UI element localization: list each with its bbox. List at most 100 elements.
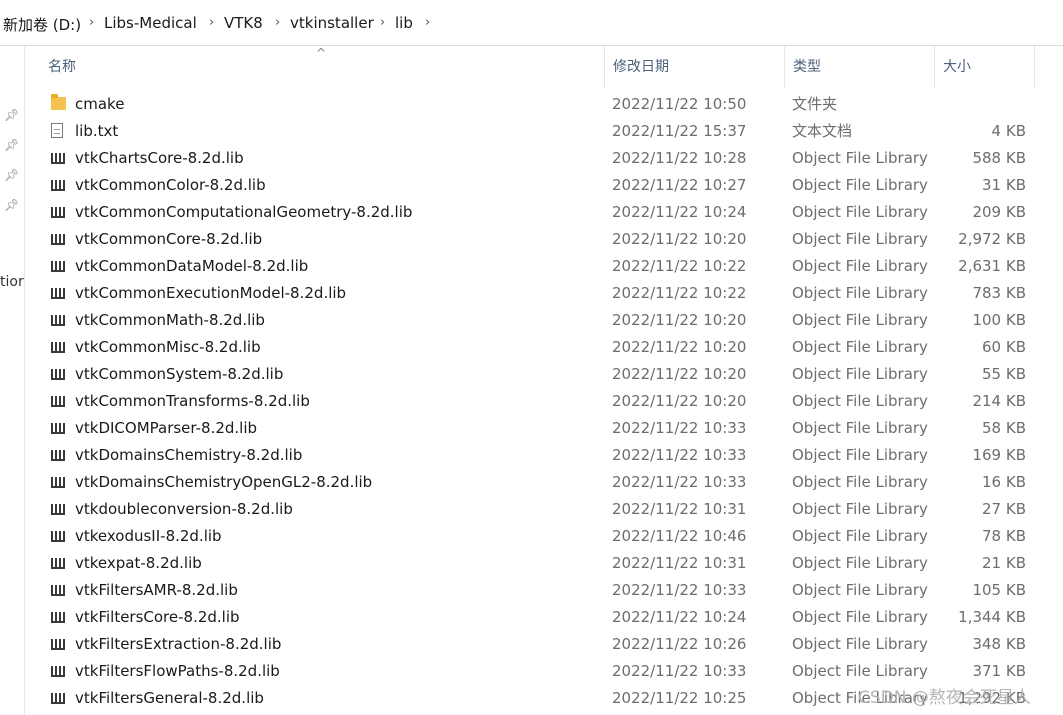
- library-file-icon: [51, 361, 67, 388]
- file-type: Object File Library: [792, 230, 928, 248]
- library-file-icon: [51, 415, 67, 442]
- pin-icon[interactable]: 📌︎: [4, 108, 19, 122]
- file-row[interactable]: vtkDICOMParser-8.2d.lib 2022/11/22 10:33 O…: [25, 415, 1063, 442]
- file-row[interactable]: vtkCommonMath-8.2d.lib 2022/11/22 10:20 Ob…: [25, 307, 1063, 334]
- file-type: Object File Library: [792, 635, 928, 653]
- file-type: 文本文档: [792, 122, 853, 140]
- pin-icon[interactable]: 📌︎: [4, 198, 19, 212]
- file-size: 60 KB: [982, 338, 1026, 356]
- file-type: Object File Library: [792, 554, 928, 572]
- breadcrumb-item-vtkinstaller[interactable]: vtkinstaller: [290, 14, 374, 32]
- file-row[interactable]: vtkCommonExecutionModel-8.2d.lib 2022/11/…: [25, 280, 1063, 307]
- file-date: 2022/11/22 10:24: [612, 203, 747, 221]
- file-row[interactable]: vtkexpat-8.2d.lib 2022/11/22 10:31 Object …: [25, 550, 1063, 577]
- file-row[interactable]: vtkdoubleconversion-8.2d.lib 2022/11/22 1…: [25, 496, 1063, 523]
- file-date: 2022/11/22 10:20: [612, 311, 747, 329]
- file-type: Object File Library: [792, 149, 928, 167]
- file-row[interactable]: vtkDomainsChemistryOpenGL2-8.2d.lib 2022/…: [25, 469, 1063, 496]
- file-size: 27 KB: [982, 500, 1026, 518]
- column-header-name[interactable]: 名称: [40, 46, 605, 88]
- file-type: Object File Library: [792, 662, 928, 680]
- file-type: Object File Library: [792, 473, 928, 491]
- file-date: 2022/11/22 10:33: [612, 662, 747, 680]
- file-row[interactable]: vtkexodusII-8.2d.lib 2022/11/22 10:46 Obje…: [25, 523, 1063, 550]
- file-type: Object File Library: [792, 392, 928, 410]
- file-type: Object File Library: [792, 419, 928, 437]
- file-row[interactable]: cmake 2022/11/22 10:50 文件夹: [25, 91, 1063, 118]
- column-header-type[interactable]: 类型: [785, 46, 935, 88]
- file-row[interactable]: vtkCommonSystem-8.2d.lib 2022/11/22 10:20…: [25, 361, 1063, 388]
- file-type: Object File Library: [792, 365, 928, 383]
- file-row[interactable]: lib.txt 2022/11/22 15:37 文本文档 4 KB: [25, 118, 1063, 145]
- file-name: vtkCommonExecutionModel-8.2d.lib: [75, 284, 347, 302]
- file-size: [935, 91, 1026, 118]
- file-date: 2022/11/22 10:24: [612, 608, 747, 626]
- csdn-watermark: CSDN @熬夜会死星人: [858, 688, 1031, 708]
- nav-item-partial-label[interactable]: tior: [0, 274, 24, 290]
- file-name: vtkCommonMisc-8.2d.lib: [75, 338, 261, 356]
- file-date: 2022/11/22 15:37: [612, 122, 747, 140]
- file-row[interactable]: vtkChartsCore-8.2d.lib 2022/11/22 10:28 Ob…: [25, 145, 1063, 172]
- file-date: 2022/11/22 10:33: [612, 581, 747, 599]
- file-date: 2022/11/22 10:26: [612, 635, 747, 653]
- file-size: 16 KB: [982, 473, 1026, 491]
- file-date: 2022/11/22 10:31: [612, 500, 747, 518]
- file-type: Object File Library: [792, 257, 928, 275]
- column-header-size[interactable]: 大小: [935, 46, 1035, 88]
- file-row[interactable]: vtkFiltersAMR-8.2d.lib 2022/11/22 10:33 Ob…: [25, 577, 1063, 604]
- column-header-date[interactable]: 修改日期: [605, 46, 785, 88]
- library-file-icon: [51, 253, 67, 280]
- breadcrumb-item-vtk8[interactable]: VTK8: [224, 14, 263, 32]
- file-date: 2022/11/22 10:20: [612, 338, 747, 356]
- pin-icon[interactable]: 📌︎: [4, 138, 19, 152]
- folder-icon: [51, 91, 67, 118]
- file-row[interactable]: vtkCommonTransforms-8.2d.lib 2022/11/22 1…: [25, 388, 1063, 415]
- pin-icon[interactable]: 📌︎: [4, 168, 19, 182]
- library-file-icon: [51, 604, 67, 631]
- file-date: 2022/11/22 10:20: [612, 392, 747, 410]
- file-date: 2022/11/22 10:22: [612, 284, 747, 302]
- breadcrumb-item-libs-medical[interactable]: Libs-Medical: [104, 14, 197, 32]
- chevron-right-icon[interactable]: ›: [209, 15, 214, 30]
- breadcrumb-item-drive[interactable]: 新加卷 (D:): [3, 14, 81, 35]
- file-row[interactable]: vtkFiltersExtraction-8.2d.lib 2022/11/22 …: [25, 631, 1063, 658]
- file-row[interactable]: vtkFiltersCore-8.2d.lib 2022/11/22 10:24 O…: [25, 604, 1063, 631]
- breadcrumb-item-lib[interactable]: lib: [395, 14, 413, 32]
- library-file-icon: [51, 658, 67, 685]
- file-type: 文件夹: [792, 95, 838, 113]
- file-row[interactable]: vtkCommonColor-8.2d.lib 2022/11/22 10:27 O…: [25, 172, 1063, 199]
- file-name: vtkFiltersCore-8.2d.lib: [75, 608, 240, 626]
- file-type: Object File Library: [792, 446, 928, 464]
- file-date: 2022/11/22 10:46: [612, 527, 747, 545]
- file-row[interactable]: vtkCommonComputationalGeometry-8.2d.lib 2…: [25, 199, 1063, 226]
- chevron-right-icon[interactable]: ›: [380, 15, 385, 30]
- library-file-icon: [51, 334, 67, 361]
- file-type: Object File Library: [792, 176, 928, 194]
- file-row[interactable]: vtkCommonDataModel-8.2d.lib 2022/11/22 10…: [25, 253, 1063, 280]
- file-date: 2022/11/22 10:20: [612, 230, 747, 248]
- library-file-icon: [51, 226, 67, 253]
- file-row[interactable]: vtkFiltersFlowPaths-8.2d.lib 2022/11/22 1…: [25, 658, 1063, 685]
- chevron-right-icon[interactable]: ›: [275, 15, 280, 30]
- file-size: 21 KB: [982, 554, 1026, 572]
- file-row[interactable]: vtkCommonCore-8.2d.lib 2022/11/22 10:20 Ob…: [25, 226, 1063, 253]
- file-type: Object File Library: [792, 284, 928, 302]
- file-type: Object File Library: [792, 608, 928, 626]
- library-file-icon: [51, 199, 67, 226]
- file-row[interactable]: vtkDomainsChemistry-8.2d.lib 2022/11/22 1…: [25, 442, 1063, 469]
- file-name: vtkdoubleconversion-8.2d.lib: [75, 500, 293, 518]
- file-name: vtkCommonDataModel-8.2d.lib: [75, 257, 309, 275]
- chevron-right-icon[interactable]: ›: [425, 15, 430, 30]
- file-size: 588 KB: [972, 149, 1026, 167]
- file-name: vtkCommonMath-8.2d.lib: [75, 311, 265, 329]
- file-type: Object File Library: [792, 338, 928, 356]
- file-type: Object File Library: [792, 203, 928, 221]
- file-size: 58 KB: [982, 419, 1026, 437]
- file-name: vtkCommonColor-8.2d.lib: [75, 176, 266, 194]
- navigation-pane: 📌︎ 📌︎ 📌︎ 📌︎ tior: [0, 46, 25, 715]
- library-file-icon: [51, 685, 67, 712]
- column-header-row: ^ 名称 修改日期 类型 大小: [25, 46, 1063, 88]
- file-size: 783 KB: [972, 284, 1026, 302]
- file-row[interactable]: vtkCommonMisc-8.2d.lib 2022/11/22 10:20 Ob…: [25, 334, 1063, 361]
- chevron-right-icon[interactable]: ›: [89, 15, 94, 30]
